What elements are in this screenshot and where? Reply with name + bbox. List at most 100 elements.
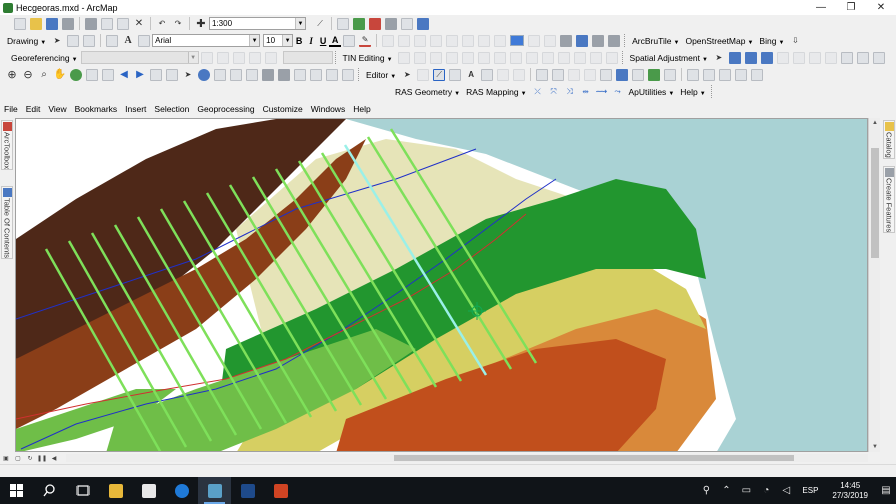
find-route-icon[interactable] bbox=[278, 68, 290, 81]
delete-icon[interactable]: ✕ bbox=[133, 18, 145, 30]
rotate-icon[interactable] bbox=[67, 34, 80, 47]
task-view-button[interactable] bbox=[66, 477, 99, 504]
arctoolbox-tab[interactable]: ArcToolbox bbox=[1, 120, 13, 171]
adjust-tool-icon[interactable] bbox=[776, 51, 789, 64]
search-button[interactable] bbox=[33, 477, 66, 504]
tin-tool-icon[interactable] bbox=[557, 51, 570, 64]
link-table-icon[interactable] bbox=[840, 51, 853, 64]
tin-tool-icon[interactable] bbox=[541, 51, 554, 64]
forward-arrow-icon[interactable]: ▶ bbox=[134, 69, 146, 81]
tin-tool-icon[interactable] bbox=[493, 51, 506, 64]
straight-segment-icon[interactable]: ⟋ bbox=[433, 68, 446, 81]
toolbar-grip[interactable] bbox=[358, 68, 361, 81]
menu-selection[interactable]: Selection bbox=[150, 104, 193, 114]
adjust-tool-icon[interactable] bbox=[792, 51, 805, 64]
layout-tool-icon[interactable] bbox=[430, 34, 443, 47]
ras-tool-icon[interactable]: ⤳ bbox=[612, 86, 624, 98]
ras-help-menu[interactable]: Help ▼ bbox=[677, 87, 708, 97]
layout-tool-icon[interactable] bbox=[382, 34, 395, 47]
menu-windows[interactable]: Windows bbox=[307, 104, 349, 114]
toolbar-grip[interactable] bbox=[621, 51, 625, 64]
bold-button[interactable]: B bbox=[293, 36, 305, 46]
refresh-icon[interactable]: ↻ bbox=[25, 454, 35, 463]
pause-drawing-icon[interactable]: ❚❚ bbox=[37, 454, 47, 463]
minimize-button[interactable]: — bbox=[806, 0, 836, 15]
attributes-icon[interactable] bbox=[632, 68, 645, 81]
layout-tool-icon[interactable] bbox=[576, 34, 589, 47]
layout-tool-icon[interactable] bbox=[560, 34, 573, 47]
time-slider-icon[interactable] bbox=[310, 68, 322, 81]
new-displacement-link-icon[interactable] bbox=[728, 51, 741, 64]
scrollbar-thumb[interactable] bbox=[871, 148, 879, 258]
toolbar-grip[interactable] bbox=[710, 85, 714, 98]
maximize-button[interactable]: ❐ bbox=[836, 0, 866, 15]
bing-menu[interactable]: Bing ▼ bbox=[756, 36, 787, 46]
hyperlink-icon[interactable] bbox=[230, 68, 242, 81]
new-document-icon[interactable] bbox=[14, 17, 26, 30]
text-tool-icon[interactable]: A bbox=[465, 69, 477, 81]
select-elements-icon[interactable]: ➤ bbox=[51, 35, 63, 47]
arcmap-taskbar-button[interactable] bbox=[198, 477, 231, 504]
multiple-displacement-icon[interactable] bbox=[760, 51, 773, 64]
ras-geometry-menu[interactable]: RAS Geometry ▼ bbox=[392, 87, 463, 97]
layout-view-icon[interactable]: ▢ bbox=[13, 454, 23, 463]
scroll-up-arrow-icon[interactable]: ▲ bbox=[869, 118, 881, 128]
redo-icon[interactable]: ↷ bbox=[172, 18, 184, 30]
menu-insert[interactable]: Insert bbox=[121, 104, 150, 114]
georeferencing-menu[interactable]: Georeferencing ▼ bbox=[8, 53, 81, 63]
table-icon[interactable] bbox=[687, 68, 700, 81]
layout-tool-icon[interactable] bbox=[446, 34, 459, 47]
find-icon[interactable] bbox=[262, 68, 274, 81]
battery-icon[interactable]: ▭ bbox=[736, 485, 756, 496]
ras-mapping-menu[interactable]: RAS Mapping ▼ bbox=[463, 87, 529, 97]
menu-view[interactable]: View bbox=[44, 104, 70, 114]
create-features-icon[interactable] bbox=[664, 68, 677, 81]
cut-icon[interactable] bbox=[85, 17, 97, 30]
font-name-combo[interactable]: Arial ▼ bbox=[152, 34, 261, 47]
tin-tool-icon[interactable] bbox=[525, 51, 538, 64]
zoom-in-icon[interactable]: ⊕ bbox=[6, 69, 18, 81]
table-icon[interactable] bbox=[703, 68, 716, 81]
map-horizontal-scrollbar[interactable] bbox=[66, 454, 868, 462]
start-button[interactable] bbox=[0, 477, 33, 504]
tin-tool-icon[interactable] bbox=[429, 51, 442, 64]
copy-icon[interactable] bbox=[101, 17, 113, 30]
fixed-zoom-in-icon[interactable] bbox=[86, 68, 98, 81]
tin-tool-icon[interactable] bbox=[589, 51, 602, 64]
table-of-contents-tab[interactable]: Table Of Contents bbox=[1, 186, 13, 260]
georef-scale-combo[interactable] bbox=[282, 51, 333, 64]
print-icon[interactable] bbox=[62, 17, 74, 30]
toolbar-grip[interactable] bbox=[624, 34, 627, 47]
full-extent-globe-icon[interactable] bbox=[70, 68, 82, 81]
download-icon[interactable]: ⇩ bbox=[789, 35, 801, 47]
topology-icon[interactable] bbox=[600, 68, 613, 81]
model-builder-icon[interactable] bbox=[417, 17, 429, 30]
adjust-tool-icon[interactable] bbox=[856, 51, 869, 64]
spatial-adjustment-menu[interactable]: Spatial Adjustment ▼ bbox=[627, 53, 711, 63]
map-view[interactable] bbox=[15, 118, 868, 452]
open-folder-icon[interactable] bbox=[30, 17, 42, 30]
georeferencing-layer-combo[interactable]: ▼ bbox=[80, 51, 199, 64]
powerpoint-button[interactable] bbox=[264, 477, 297, 504]
zoom-icon[interactable] bbox=[264, 51, 277, 64]
arctoolbox-icon[interactable] bbox=[369, 17, 381, 30]
go-to-xy-icon[interactable] bbox=[294, 68, 306, 81]
menu-geoprocessing[interactable]: Geoprocessing bbox=[193, 104, 258, 114]
text-tool-icon[interactable]: A bbox=[122, 35, 134, 47]
adjust-tool-icon[interactable] bbox=[824, 51, 837, 64]
edit-tool-icon[interactable] bbox=[513, 68, 526, 81]
terrain-3d-map[interactable] bbox=[16, 119, 868, 452]
tin-editing-menu[interactable]: TIN Editing ▼ bbox=[340, 53, 396, 63]
scroll-down-arrow-icon[interactable]: ▼ bbox=[869, 442, 881, 452]
network-icon[interactable]: ◔ bbox=[756, 485, 776, 496]
notification-icon[interactable]: ▤ bbox=[876, 485, 896, 496]
powershell-button[interactable] bbox=[231, 477, 264, 504]
rotate-icon[interactable] bbox=[200, 51, 213, 64]
file-explorer-button[interactable] bbox=[99, 477, 132, 504]
chevron-up-icon[interactable]: ⌃ bbox=[716, 485, 736, 496]
tin-tool-icon[interactable] bbox=[605, 51, 618, 64]
language-indicator[interactable]: ESP bbox=[796, 486, 824, 495]
swipe-icon[interactable] bbox=[342, 68, 354, 81]
search-window-icon[interactable] bbox=[401, 17, 413, 30]
clock[interactable]: 14:45 27/3/2019 bbox=[824, 481, 876, 501]
